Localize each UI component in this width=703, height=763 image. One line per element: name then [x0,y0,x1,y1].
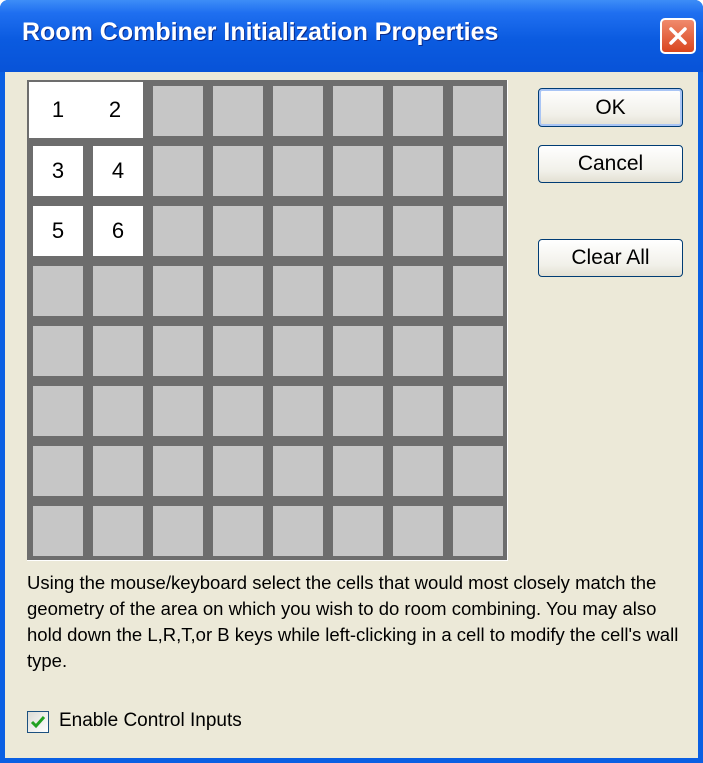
dialog-window: Room Combiner Initialization Properties … [0,0,703,763]
grid-cell-number: 3 [51,158,65,183]
grid-cell[interactable] [333,386,383,436]
grid-cell[interactable] [93,326,143,376]
grid-cell[interactable] [273,86,323,136]
clear-all-button[interactable]: Clear All [538,239,683,277]
grid-cell[interactable] [393,386,443,436]
grid-cell-selected[interactable]: 5 [33,206,83,256]
grid-cell[interactable] [33,326,83,376]
grid-cell[interactable] [153,266,203,316]
grid-cell[interactable] [273,266,323,316]
grid-cell[interactable] [273,446,323,496]
grid-cell[interactable] [153,506,203,556]
grid-cell[interactable] [33,386,83,436]
grid-cell[interactable] [213,86,263,136]
grid-cell[interactable] [333,206,383,256]
grid-cell[interactable] [393,266,443,316]
grid-cell[interactable] [333,146,383,196]
grid-cell[interactable] [153,386,203,436]
grid-cell[interactable] [213,446,263,496]
grid-cell-number: 1 [51,97,65,122]
grid-cell[interactable] [453,266,503,316]
grid-cell[interactable] [393,146,443,196]
dialog-client-area: 1 2 3 4 5 6 OK Cancel Clear All Using the mou… [5,72,698,758]
grid-cell[interactable] [333,86,383,136]
grid-cell[interactable] [453,86,503,136]
grid-cell[interactable] [213,266,263,316]
grid-cell[interactable] [453,206,503,256]
grid-cell[interactable] [273,206,323,256]
grid-cell[interactable] [33,266,83,316]
grid-cell[interactable] [213,506,263,556]
grid-cell[interactable] [273,506,323,556]
grid-cell[interactable] [393,446,443,496]
grid-cell[interactable] [393,86,443,136]
enable-control-inputs-label: Enable Control Inputs [59,710,242,731]
grid-cell[interactable] [453,446,503,496]
cancel-button[interactable]: Cancel [538,145,683,183]
grid-cell[interactable] [453,506,503,556]
grid-cell[interactable] [453,386,503,436]
grid-cell[interactable] [393,506,443,556]
grid-cell[interactable] [153,446,203,496]
close-button[interactable] [660,18,696,54]
grid-cell[interactable] [153,326,203,376]
grid-cell-number: 6 [111,218,125,243]
close-icon [669,27,687,45]
grid-cell[interactable] [453,146,503,196]
grid-cell[interactable] [273,146,323,196]
checkmark-icon [30,716,46,729]
grid-cell[interactable] [33,506,83,556]
grid-cell-number: 5 [51,218,65,243]
grid-cell[interactable] [393,206,443,256]
grid-cell[interactable] [93,266,143,316]
grid-cell[interactable] [33,446,83,496]
grid-cell[interactable] [93,506,143,556]
title-bar[interactable]: Room Combiner Initialization Properties [0,0,703,72]
grid-cell-selected[interactable]: 2 [87,82,143,138]
grid-cell[interactable] [333,446,383,496]
grid-cell[interactable] [93,446,143,496]
grid-cell-selected[interactable]: 3 [33,146,83,196]
enable-control-inputs-checkbox[interactable] [27,711,49,733]
grid-cell[interactable] [213,206,263,256]
grid-cell[interactable] [333,266,383,316]
grid-cell-selected[interactable]: 6 [93,206,143,256]
grid-cell[interactable] [333,326,383,376]
grid-cell-selected[interactable]: 1 [29,82,87,138]
grid-cell[interactable] [153,146,203,196]
grid-cell[interactable] [153,206,203,256]
grid-cell[interactable] [153,86,203,136]
grid-cell[interactable] [273,386,323,436]
grid-cell-selected[interactable]: 4 [93,146,143,196]
window-title: Room Combiner Initialization Properties [22,18,499,46]
grid-cell-number: 2 [108,97,122,122]
grid-cell[interactable] [213,386,263,436]
grid-cell[interactable] [393,326,443,376]
room-grid[interactable]: 1 2 3 4 5 6 [27,80,508,561]
instructions-text: Using the mouse/keyboard select the cell… [27,572,679,671]
grid-cell[interactable] [333,506,383,556]
grid-cell[interactable] [453,326,503,376]
grid-cell-number: 4 [111,158,125,183]
grid-cell[interactable] [273,326,323,376]
grid-cell[interactable] [213,326,263,376]
grid-cell[interactable] [213,146,263,196]
ok-button[interactable]: OK [538,88,683,127]
grid-cell[interactable] [93,386,143,436]
